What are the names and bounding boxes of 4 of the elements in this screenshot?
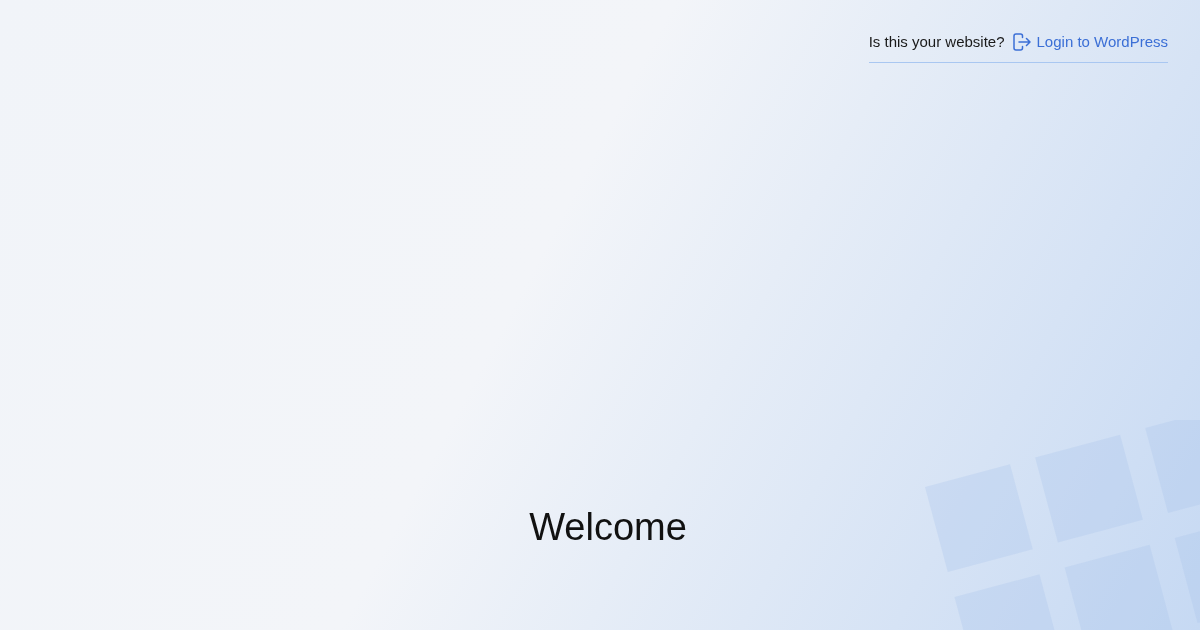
door-arrow-icon [1012,33,1031,51]
login-link[interactable]: Login to WordPress [1012,32,1168,52]
website-question: Is this your website? [868,32,1005,52]
welcome-heading: Welcome [529,505,687,549]
